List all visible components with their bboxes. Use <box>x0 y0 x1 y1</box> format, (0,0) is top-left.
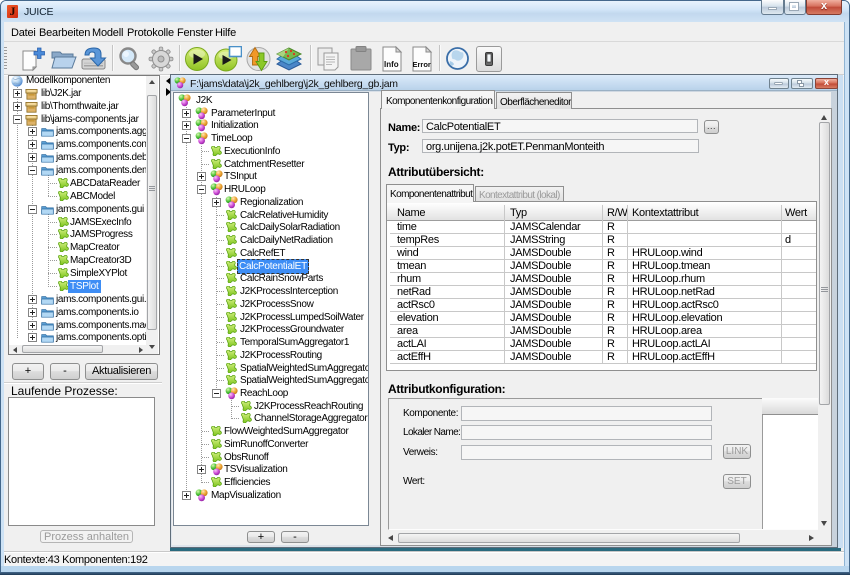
svg-text:Info: Info <box>384 60 399 69</box>
svg-text:Error: Error <box>413 60 431 69</box>
